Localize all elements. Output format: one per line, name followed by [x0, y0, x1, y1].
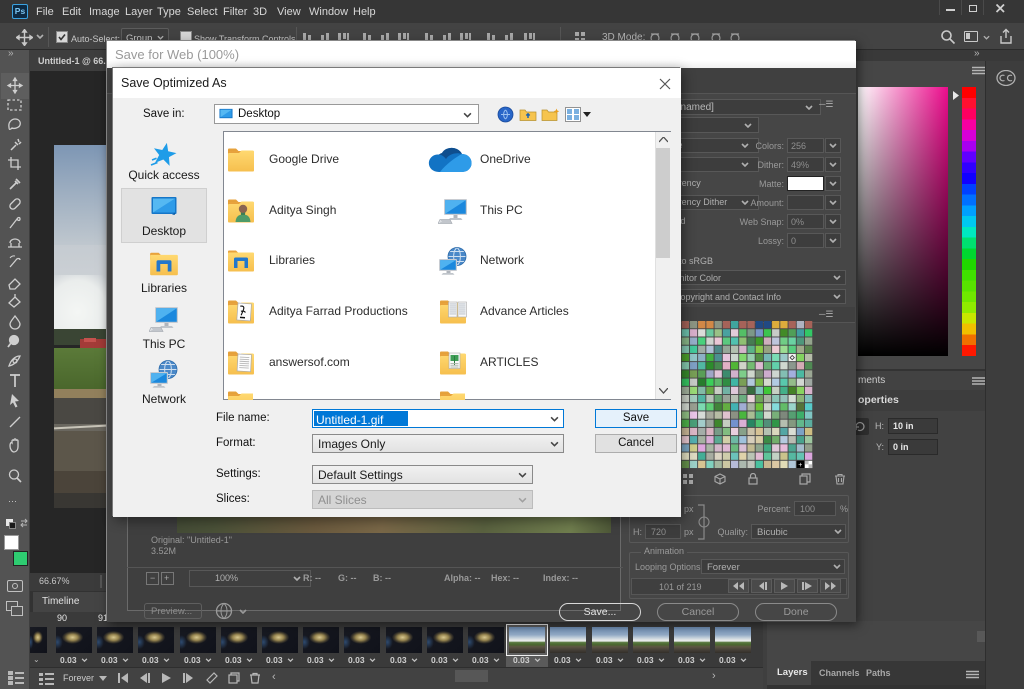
svg-text:+: +: [798, 462, 802, 469]
